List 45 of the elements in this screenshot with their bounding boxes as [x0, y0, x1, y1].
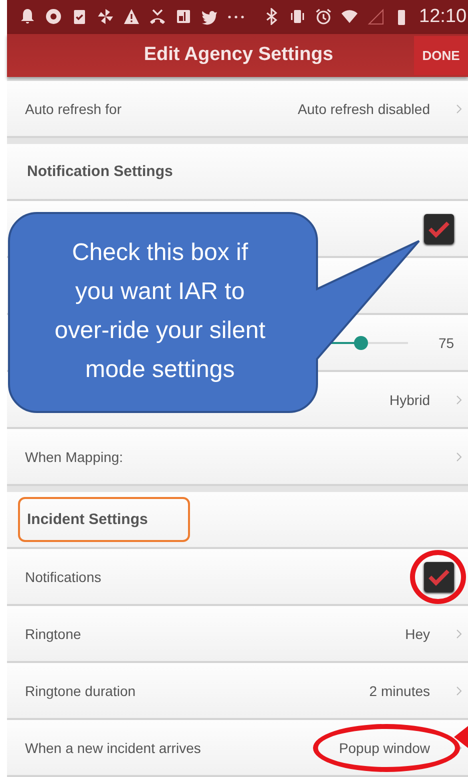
done-button[interactable]: DONE	[414, 36, 468, 75]
settings-row[interactable]: When Mapping:	[7, 429, 468, 486]
slider-value: 75	[438, 334, 454, 350]
chevron-icon	[456, 628, 462, 638]
checkmark-icon	[428, 220, 450, 238]
row-value: Hey	[405, 626, 430, 642]
slider-thumb[interactable]	[354, 336, 368, 350]
chevron-icon	[456, 104, 462, 114]
row-label: Notifications	[25, 568, 102, 584]
more-icon	[227, 14, 245, 19]
checkmark-icon	[428, 568, 450, 586]
highlighted-section-title: Incident Settings	[18, 497, 190, 542]
vibrate-icon	[289, 8, 306, 26]
row-label: When a new incident arrives	[25, 740, 202, 756]
row-value: 2 minutes	[369, 682, 430, 698]
clipboard-icon	[71, 8, 88, 26]
section-title: Notification Settings	[26, 162, 174, 182]
chevron-icon	[456, 686, 462, 696]
warning-icon	[123, 8, 140, 26]
settings-row[interactable]: Ringtone Hey	[7, 606, 468, 663]
wifi-icon	[341, 8, 358, 26]
row-label: Ringtone duration	[25, 682, 137, 698]
settings-row[interactable]: Auto refresh for Auto refresh disabled	[7, 81, 468, 138]
settings-row[interactable]: When a new incident arrives Popup window	[7, 720, 468, 777]
row-value: Hybrid	[390, 392, 430, 408]
settings-row[interactable]: Ringtone duration 2 minutes	[7, 663, 468, 720]
row-label: When Mapping:	[25, 448, 124, 464]
checkbox[interactable]	[424, 214, 454, 244]
row-value: Popup window	[338, 740, 430, 756]
signal-icon	[367, 8, 384, 26]
settings-row[interactable]: Notifications	[7, 549, 468, 606]
missed-call-icon	[149, 8, 166, 26]
row-value: Auto refresh disabled	[298, 100, 430, 116]
row-label: Auto refresh for	[25, 100, 122, 116]
pinwheel-icon	[97, 8, 114, 26]
alarm-clock-icon	[315, 8, 332, 26]
chevron-icon	[456, 394, 462, 404]
row-label: Ringtone	[25, 626, 82, 642]
chevron-icon	[456, 452, 462, 462]
screen-title: Edit Agency Settings	[142, 44, 334, 66]
bell-icon	[19, 8, 36, 26]
annotation-arrow	[454, 726, 468, 748]
bird-icon	[201, 8, 218, 26]
checkbox[interactable]	[424, 562, 454, 592]
status-time: 12:10	[419, 6, 467, 28]
